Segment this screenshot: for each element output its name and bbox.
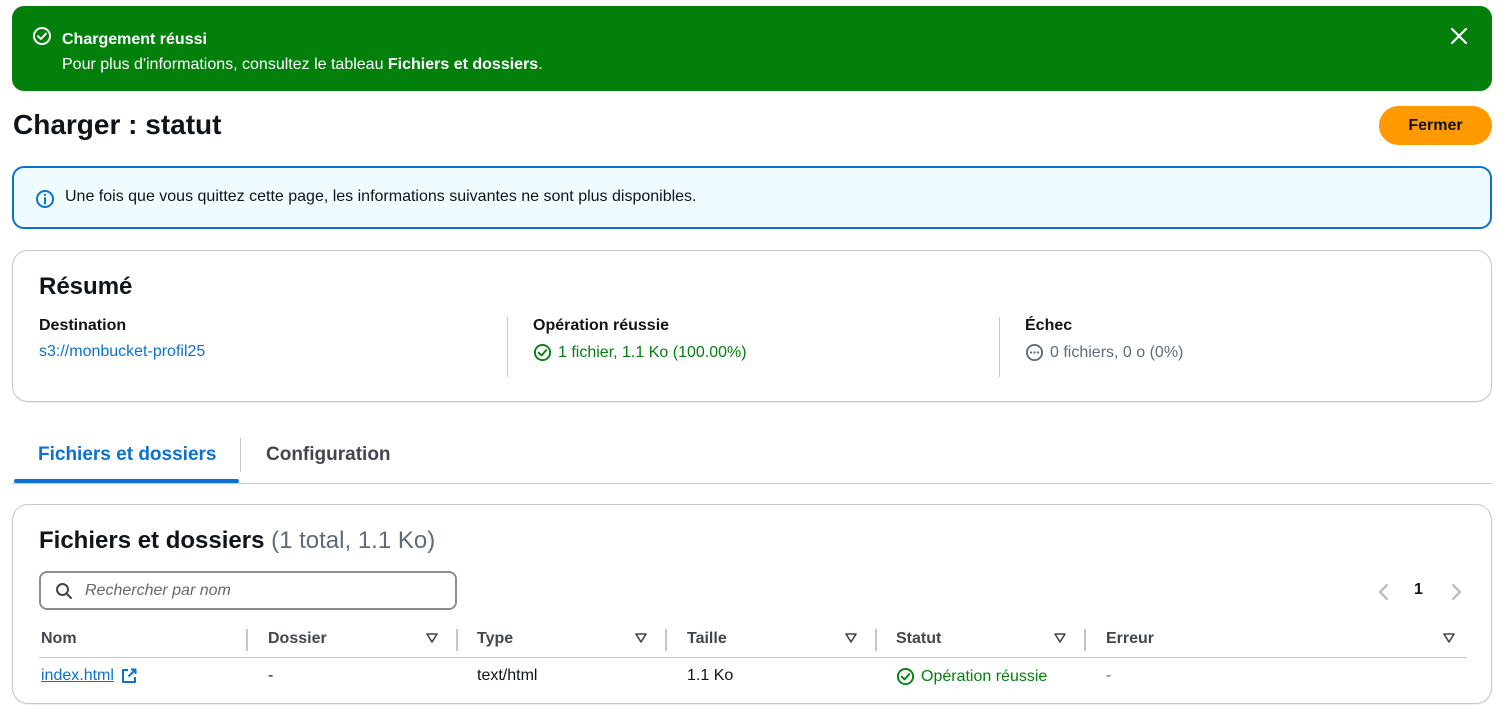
succeeded-label: Opération réussie — [533, 317, 670, 334]
info-alert: Une fois que vous quittez cette page, le… — [12, 166, 1492, 229]
destination-label: Destination — [39, 317, 127, 334]
failed-label: Échec — [1025, 317, 1073, 334]
failed-value: 0 fichiers, 0 o (0%) — [1025, 343, 1183, 362]
table-cell-folder: - — [268, 667, 274, 684]
pagination-page[interactable]: 1 — [1414, 581, 1423, 599]
succeeded-value: 1 fichier, 1.1 Ko (100.00%) — [533, 343, 747, 362]
table-cell-error: - — [1106, 667, 1112, 684]
sort-caret-down-icon[interactable] — [1443, 633, 1455, 643]
status-text: Opération réussie — [921, 667, 1048, 685]
destination-value: s3://monbucket-profil25 — [39, 343, 205, 361]
column-header-name[interactable]: Nom — [41, 630, 77, 648]
summary-title: Résumé — [39, 273, 133, 300]
files-table-title: Fichiers et dossiers (1 total, 1.1 Ko) — [39, 527, 435, 555]
column-header-folder[interactable]: Dossier — [268, 630, 327, 648]
check-circle-icon — [896, 667, 915, 686]
table-header-divider — [39, 657, 1467, 658]
flash-message-suffix: . — [538, 56, 543, 73]
succeeded-text: 1 fichier, 1.1 Ko (100.00%) — [558, 343, 747, 361]
close-button[interactable]: Fermer — [1379, 106, 1492, 145]
search-input[interactable] — [85, 579, 445, 603]
column-resizer[interactable] — [665, 629, 667, 651]
check-circle-icon — [533, 343, 552, 362]
pending-circle-icon — [1025, 343, 1044, 362]
success-flashbar: Chargement réussi Pour plus d'informatio… — [12, 6, 1492, 91]
table-cell-size: 1.1 Ko — [687, 667, 734, 684]
column-resizer[interactable] — [875, 629, 877, 651]
flash-message: Pour plus d'informations, consultez le t… — [62, 56, 543, 74]
summary-container: Résumé Destination s3://monbucket-profil… — [12, 250, 1492, 402]
page-title: Charger : statut — [13, 109, 222, 140]
sort-caret-down-icon[interactable] — [426, 633, 438, 643]
external-link-icon[interactable] — [120, 667, 138, 685]
flash-message-bold: Fichiers et dossiers — [387, 56, 539, 73]
search-icon — [56, 583, 72, 599]
table-cell-type: text/html — [477, 667, 538, 684]
table-row-name: index.html — [41, 667, 138, 685]
sort-caret-down-icon[interactable] — [635, 633, 647, 643]
column-header-status[interactable]: Statut — [896, 630, 941, 648]
files-table-container: Fichiers et dossiers (1 total, 1.1 Ko) 1… — [12, 504, 1492, 704]
column-header-size[interactable]: Taille — [687, 630, 727, 648]
column-resizer[interactable] — [456, 629, 458, 651]
sort-caret-down-icon[interactable] — [845, 633, 857, 643]
column-resizer[interactable] — [1084, 629, 1086, 651]
files-count: (1 total, 1.1 Ko) — [271, 527, 436, 554]
file-link[interactable]: index.html — [41, 667, 114, 685]
search-field[interactable] — [39, 571, 457, 610]
check-circle-icon — [33, 27, 51, 45]
sort-caret-down-icon[interactable] — [1054, 633, 1066, 643]
info-alert-text: Une fois que vous quittez cette page, le… — [65, 188, 697, 205]
column-divider — [999, 317, 1000, 377]
tab-configuration[interactable]: Configuration — [266, 444, 391, 466]
flash-title: Chargement réussi — [62, 31, 207, 48]
column-header-type[interactable]: Type — [477, 630, 513, 648]
info-icon — [36, 190, 54, 208]
summary-failed: Échec 0 fichiers, 0 o (0%) — [1025, 317, 1183, 362]
column-header-error[interactable]: Erreur — [1106, 630, 1154, 648]
chevron-left-icon[interactable] — [1377, 583, 1391, 601]
tab-bar: Fichiers et dossiers Configuration — [12, 430, 1492, 484]
column-resizer[interactable] — [246, 629, 248, 651]
flash-message-text: Pour plus d'informations, consultez le t… — [62, 56, 388, 73]
tab-files-and-folders[interactable]: Fichiers et dossiers — [38, 444, 216, 466]
column-divider — [507, 317, 508, 377]
table-cell-status: Opération réussie — [896, 667, 1047, 686]
active-tab-indicator — [14, 479, 239, 483]
failed-text: 0 fichiers, 0 o (0%) — [1050, 343, 1184, 361]
chevron-right-icon[interactable] — [1449, 583, 1463, 601]
tab-separator — [240, 438, 241, 472]
summary-succeeded: Opération réussie 1 fichier, 1.1 Ko (100… — [533, 317, 747, 362]
summary-destination: Destination s3://monbucket-profil25 — [39, 317, 205, 361]
close-icon[interactable] — [1448, 25, 1470, 47]
files-title-text: Fichiers et dossiers — [39, 527, 265, 554]
destination-link[interactable]: s3://monbucket-profil25 — [39, 343, 205, 361]
